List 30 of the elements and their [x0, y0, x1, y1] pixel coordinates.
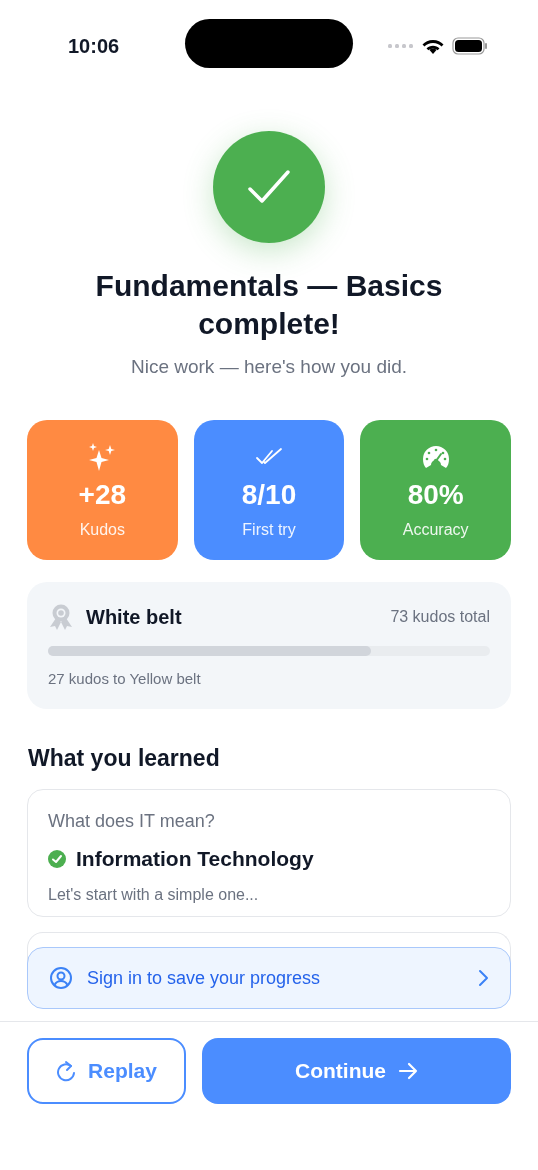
rosette-icon [48, 602, 74, 631]
refresh-icon [56, 1060, 77, 1082]
user-circle-icon [49, 966, 73, 990]
kudos-total: 73 kudos total [390, 606, 490, 627]
completion-title: Fundamentals — Basics complete! [94, 268, 444, 342]
gauge-icon [420, 443, 451, 470]
belt-name: White belt [86, 604, 182, 630]
note-text: Let's start with a simple one... [48, 884, 260, 905]
stat-value: 8/10 [241, 477, 297, 512]
status-time: 10:06 [68, 34, 120, 59]
continue-button[interactable]: Continue [202, 1038, 511, 1104]
section-heading: What you learned [27, 743, 221, 773]
double-check-icon [255, 446, 283, 467]
next-belt-text: 27 kudos to Yellow belt [48, 668, 202, 689]
replay-button[interactable]: Replay [27, 1038, 186, 1104]
checkmark-icon [248, 170, 290, 204]
stat-label: First try [242, 519, 296, 540]
chevron-right-icon [477, 969, 489, 987]
stat-value: +28 [78, 477, 127, 512]
stat-label: Accuracy [402, 519, 469, 540]
arrow-right-icon [398, 1062, 418, 1080]
battery-icon [452, 37, 488, 55]
stat-value: 80% [407, 477, 464, 512]
stat-label: Kudos [79, 519, 125, 540]
question-text: What does IT mean? [48, 810, 216, 833]
completion-subtitle: Nice work — here's how you did. [130, 355, 408, 379]
signal-icon [388, 43, 414, 49]
wifi-icon [422, 38, 444, 54]
sign-in-banner[interactable]: Sign in to save your progress [27, 947, 511, 1009]
answer-text: Information Technology [76, 846, 314, 872]
